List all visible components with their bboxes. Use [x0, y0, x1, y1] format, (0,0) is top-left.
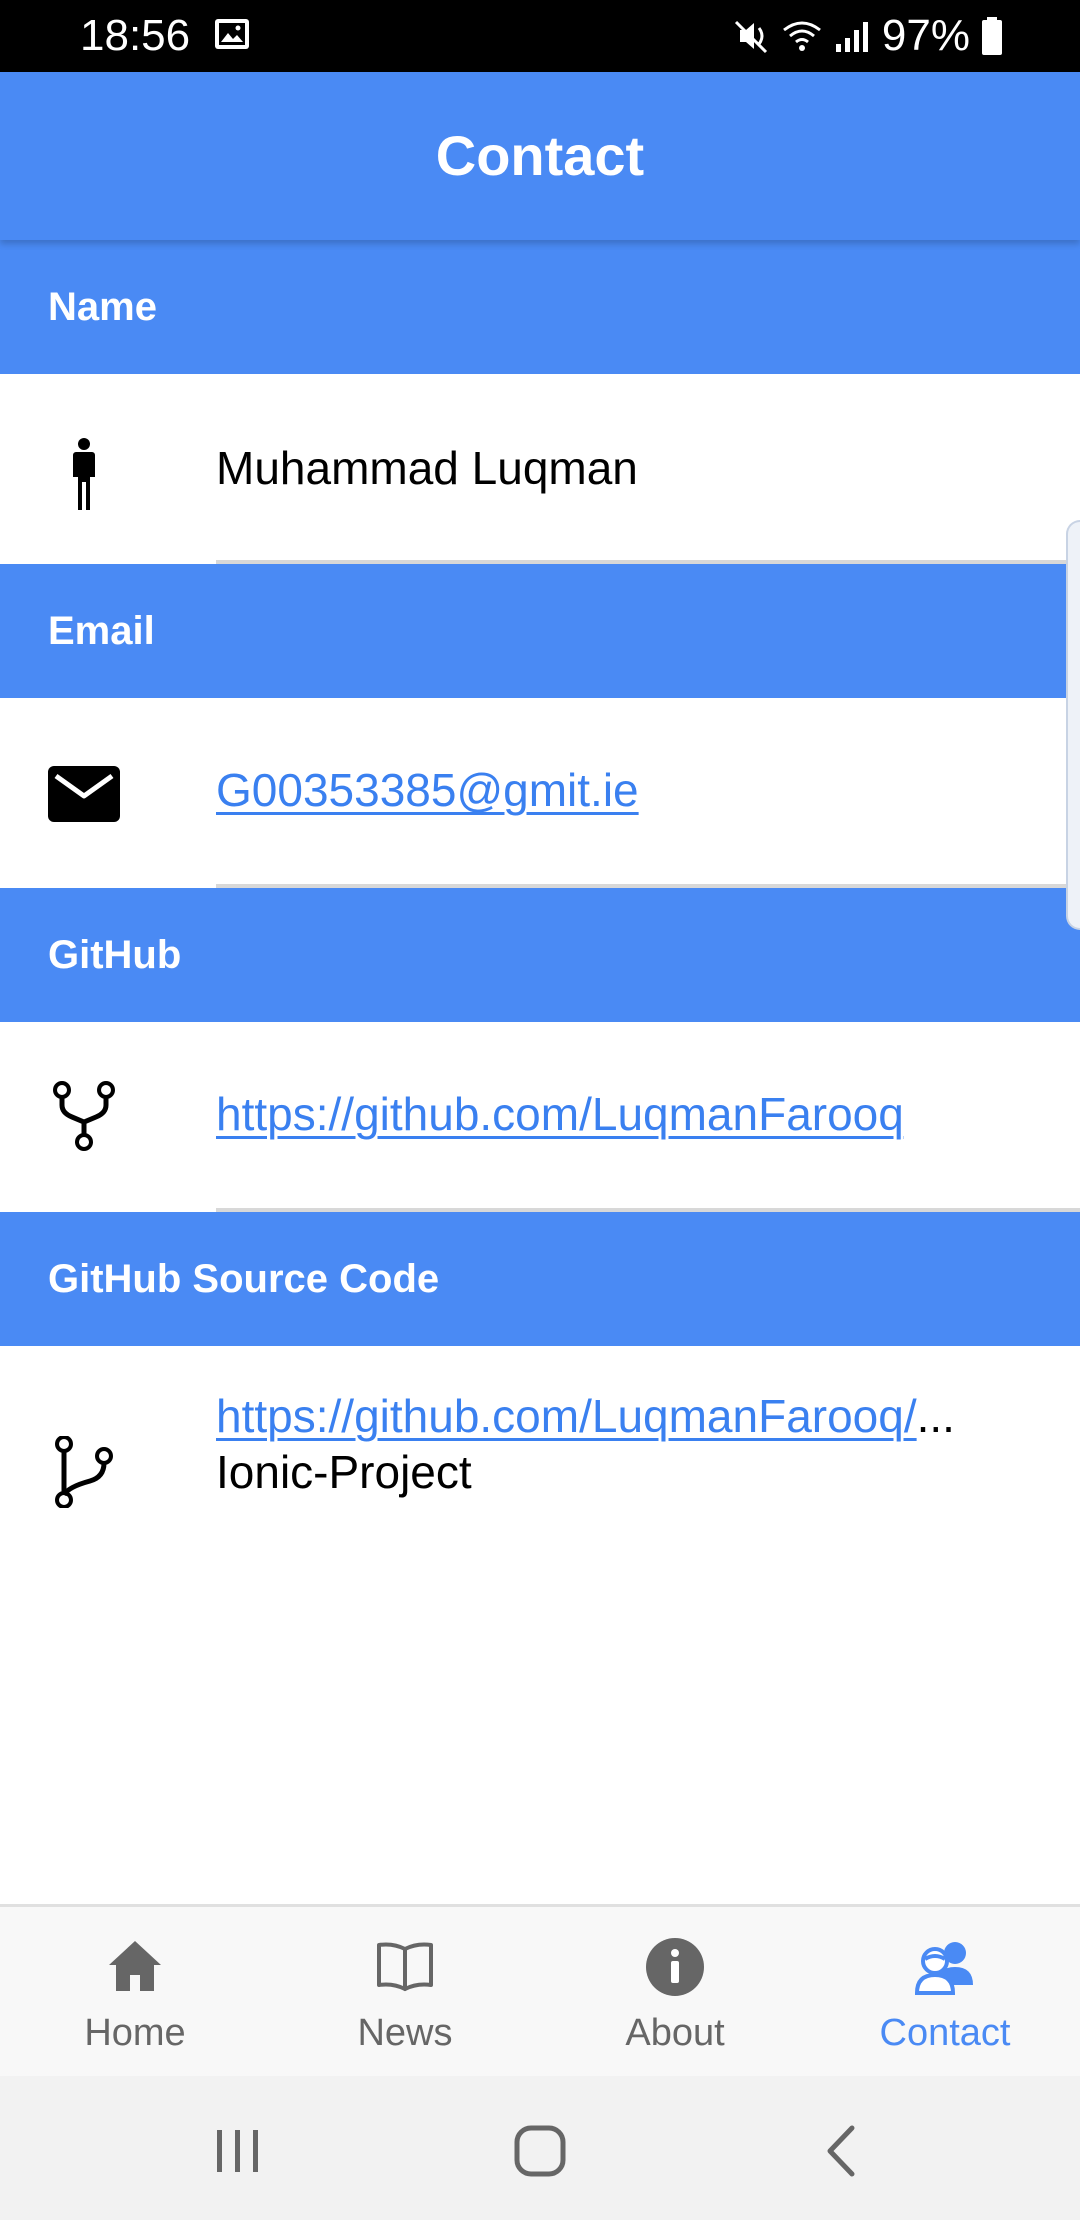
section-header-github: GitHub — [0, 888, 1080, 1022]
mute-icon — [734, 20, 767, 54]
image-notification-icon — [215, 19, 249, 49]
section-heading: Name — [48, 285, 157, 329]
page-title: Contact — [435, 124, 645, 187]
tab-news[interactable]: News — [270, 1907, 540, 2079]
section-header-email: Email — [0, 564, 1080, 698]
status-time: 18:56 — [80, 11, 191, 60]
wifi-icon — [783, 21, 821, 51]
tab-label: Contact — [879, 2012, 1011, 2054]
source-code-link[interactable]: https://github.com/LuqmanFarooq/ — [216, 1390, 917, 1442]
source-code-value: https://github.com/LuqmanFarooq/... Ioni… — [216, 1388, 955, 1500]
scroll-indicator[interactable] — [1066, 520, 1080, 930]
section-header-name: Name — [0, 240, 1080, 374]
people-icon — [915, 1942, 973, 1995]
source-code-repo-name: Ionic-Project — [216, 1446, 472, 1498]
signal-icon — [835, 22, 868, 52]
mail-icon — [48, 766, 120, 822]
tab-about[interactable]: About — [540, 1907, 810, 2079]
contact-content[interactable]: Name Muhammad Luqman Email G00353385@gmi… — [0, 240, 1080, 1904]
tab-contact[interactable]: Contact — [810, 1907, 1080, 2079]
section-header-source-code: GitHub Source Code — [0, 1212, 1080, 1346]
status-indicators: 97% — [732, 12, 1004, 60]
tab-bar: Home News About Contact — [0, 1904, 1080, 2076]
git-branch-icon — [55, 1436, 113, 1508]
list-item-github[interactable]: https://github.com/LuqmanFarooq — [0, 1022, 1080, 1212]
section-heading: GitHub — [48, 933, 182, 977]
home-circle-icon[interactable] — [505, 2116, 575, 2186]
app-header: Contact — [0, 72, 1080, 240]
info-icon — [646, 1938, 704, 1996]
tab-label: About — [625, 2012, 725, 2054]
person-icon — [73, 438, 95, 510]
list-item-email[interactable]: G00353385@gmit.ie — [0, 698, 1080, 888]
book-icon — [377, 1942, 433, 1991]
section-heading: Email — [48, 609, 155, 653]
battery-icon — [982, 17, 1002, 55]
system-nav-bar — [0, 2076, 1080, 2220]
status-bar: 18:56 97% — [0, 0, 1080, 72]
truncation-ellipsis: ... — [916, 1390, 955, 1442]
recents-icon[interactable] — [203, 2116, 273, 2186]
back-icon[interactable] — [808, 2116, 878, 2186]
list-item-source-code[interactable]: https://github.com/LuqmanFarooq/... Ioni… — [0, 1346, 1080, 1566]
section-heading: GitHub Source Code — [48, 1257, 440, 1301]
contact-name: Muhammad Luqman — [216, 442, 638, 494]
list-item-name: Muhammad Luqman — [0, 374, 1080, 564]
email-link[interactable]: G00353385@gmit.ie — [216, 762, 639, 818]
tab-home[interactable]: Home — [0, 1907, 270, 2079]
tab-label: Home — [84, 2012, 186, 2054]
tab-label: News — [357, 2012, 453, 2054]
battery-percentage: 97% — [881, 11, 970, 60]
github-link[interactable]: https://github.com/LuqmanFarooq — [216, 1086, 904, 1142]
home-icon — [109, 1941, 161, 1991]
git-network-icon — [53, 1081, 115, 1151]
